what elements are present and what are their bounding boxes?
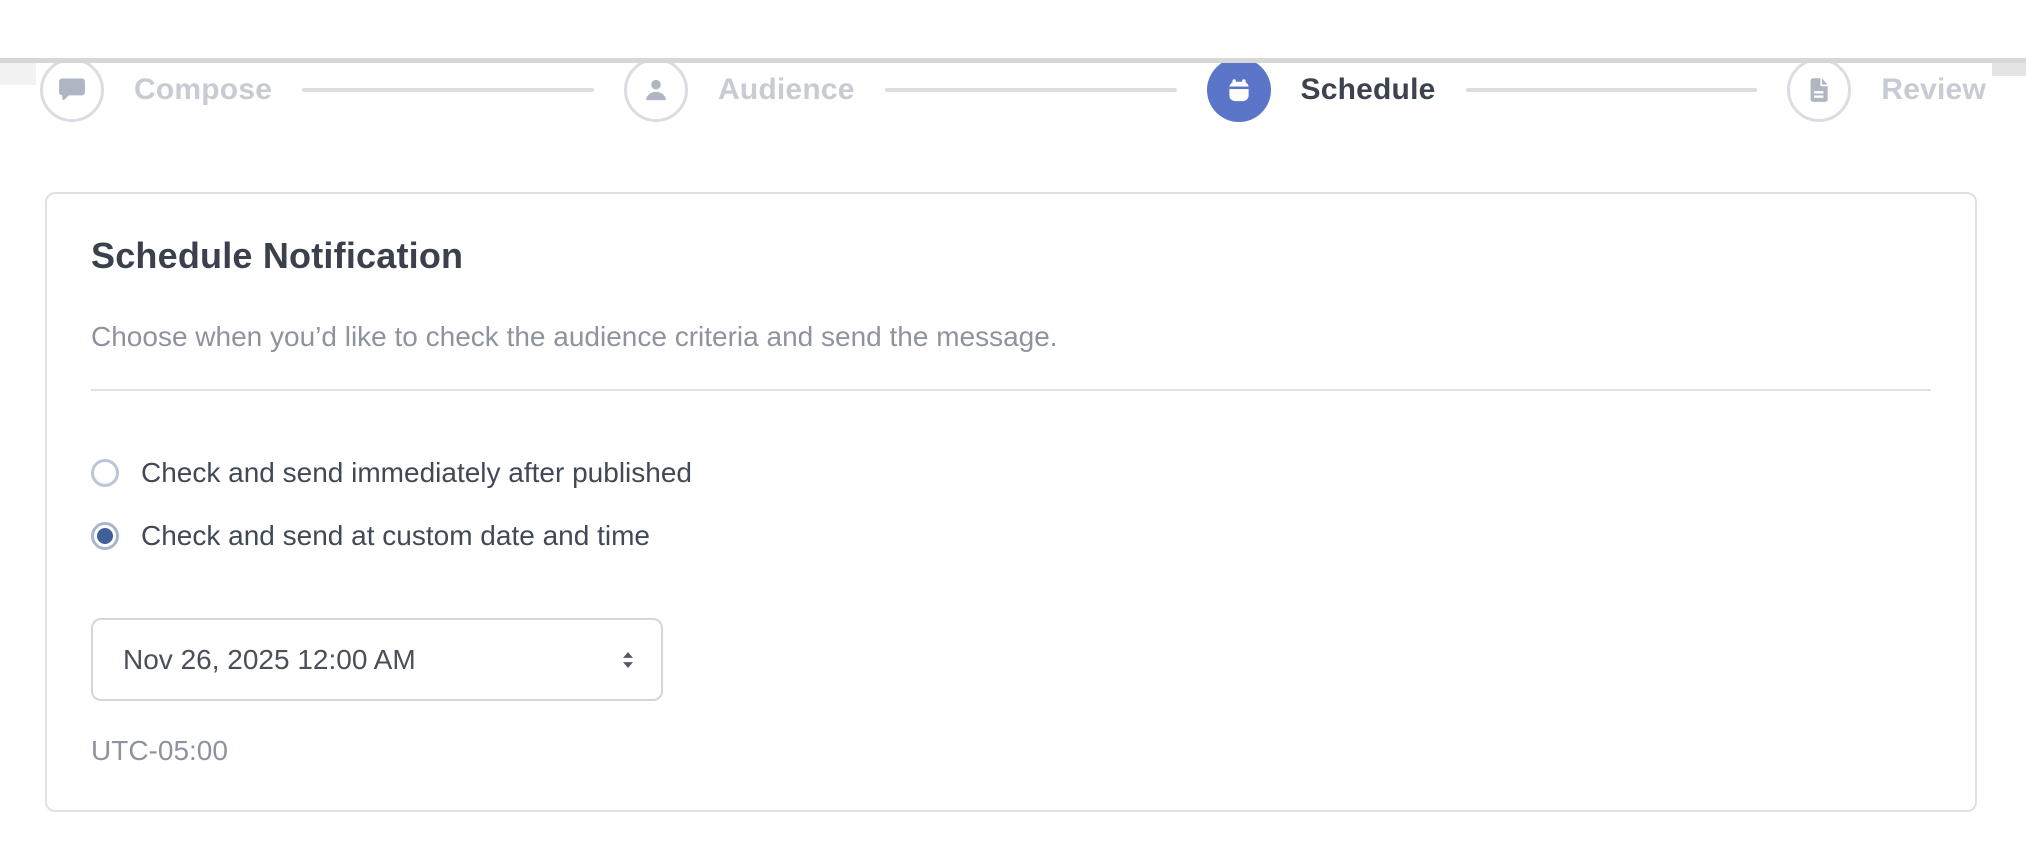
radio-button[interactable]: [91, 522, 119, 550]
step-review[interactable]: Review: [1787, 58, 1986, 122]
step-compose-label: Compose: [134, 73, 273, 106]
radio-send-immediately[interactable]: Check and send immediately after publish…: [91, 457, 1931, 489]
step-compose[interactable]: Compose: [40, 58, 272, 122]
user-icon: [640, 74, 672, 106]
card-subtitle: Choose when you’d like to check the audi…: [91, 321, 1058, 352]
divider: [91, 389, 1931, 391]
up-down-arrows-icon: [615, 647, 641, 673]
step-audience-circle: [623, 58, 688, 122]
datetime-select[interactable]: Nov 26, 2025 12:00 AM: [91, 618, 663, 701]
step-review-label: Review: [1881, 73, 1986, 106]
stepper-connector: [302, 88, 594, 92]
radio-dot: [97, 528, 113, 544]
window-corner-left: [0, 63, 36, 85]
schedule-card: Schedule Notification Choose when you’d …: [45, 192, 1977, 812]
step-compose-circle: [40, 58, 104, 122]
step-schedule-label: Schedule: [1300, 73, 1436, 106]
step-audience[interactable]: Audience: [623, 58, 855, 122]
radio-send-immediately-label: Check and send immediately after publish…: [141, 457, 692, 488]
step-audience-label: Audience: [717, 73, 855, 106]
window-corner-right: [1992, 63, 2026, 76]
document-icon: [1803, 74, 1835, 106]
radio-dot: [97, 465, 113, 481]
window-top-edge: [0, 58, 2026, 63]
card-title: Schedule Notification: [91, 235, 464, 276]
radio-send-custom-time[interactable]: Check and send at custom date and time: [91, 520, 1931, 552]
step-review-circle: [1787, 58, 1852, 122]
chat-bubble-icon: [56, 74, 88, 106]
send-timing-radio-group: Check and send immediately after publish…: [91, 457, 1931, 552]
stepper-connector: [1465, 88, 1758, 92]
radio-button[interactable]: [91, 459, 119, 487]
step-schedule[interactable]: Schedule: [1206, 58, 1436, 122]
timezone-label: UTC-05:00: [91, 735, 228, 766]
radio-send-custom-time-label: Check and send at custom date and time: [141, 520, 650, 551]
step-schedule-circle: [1206, 58, 1271, 122]
datetime-select-value: Nov 26, 2025 12:00 AM: [123, 643, 416, 675]
stepper-connector: [884, 88, 1177, 92]
wizard-stepper: Compose Audience Schedule Review: [0, 58, 2026, 122]
calendar-icon: [1223, 74, 1255, 106]
